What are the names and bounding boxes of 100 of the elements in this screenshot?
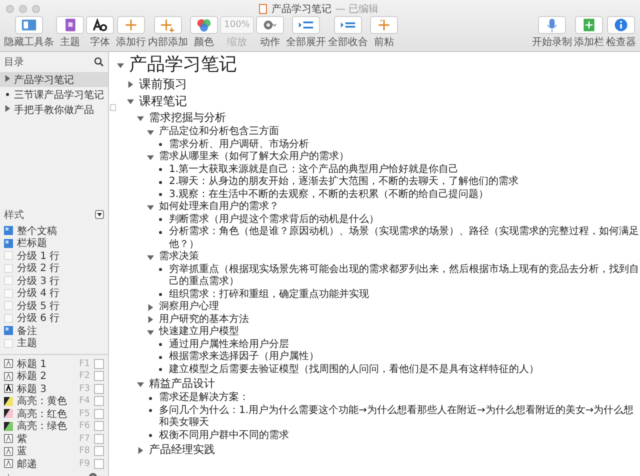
toolbar-button[interactable]: 全部展开 xyxy=(286,16,326,49)
bullet-icon xyxy=(159,230,162,234)
toolbar-button[interactable]: 开始录制 xyxy=(532,16,572,49)
named-style-item[interactable]: 邮递 F9 xyxy=(0,458,108,470)
checkbox[interactable] xyxy=(94,458,104,469)
window-title: 产品学习笔记 xyxy=(271,2,332,16)
style-item[interactable]: 分级 4 行 xyxy=(0,287,108,300)
sidebar-heading: 样式 xyxy=(4,208,24,222)
heading-style-icon xyxy=(4,384,13,394)
expanded-triangle-icon[interactable] xyxy=(147,128,154,136)
outline-row: 穷举抓重点（根据现实场景先将可能会出现的需求都罗列出来，然后根据市场上现有的竞品去分析，找到自己的重点需求） xyxy=(169,264,640,288)
shortcut-key: F3 xyxy=(79,384,90,394)
outline-row-text: 通过用户属性来给用户分层 xyxy=(169,338,289,350)
shortcut-key: F1 xyxy=(79,358,90,369)
outline-row: 产品经理实践 xyxy=(149,442,215,458)
style-item[interactable]: 分级 2 行 xyxy=(0,262,108,274)
disclosure-triangle-icon[interactable] xyxy=(4,75,11,82)
expanded-triangle-icon[interactable] xyxy=(137,114,144,122)
checkbox[interactable] xyxy=(94,434,104,444)
style-name: 蓝 xyxy=(17,444,27,458)
bullet-icon xyxy=(159,293,162,296)
expanded-triangle-icon[interactable] xyxy=(147,204,154,211)
expanded-triangle-icon[interactable] xyxy=(137,380,144,388)
checkbox[interactable] xyxy=(94,408,104,419)
expanded-triangle-icon[interactable] xyxy=(147,254,154,261)
outline-row: 需求决策 xyxy=(159,251,199,264)
checkbox[interactable] xyxy=(94,371,104,382)
bullet-icon xyxy=(6,93,9,96)
sidebar-item[interactable]: 手把手教你做产品 xyxy=(0,102,108,117)
document-title: 产品学习笔记 xyxy=(129,54,237,76)
bullet-icon xyxy=(159,343,162,346)
disclosure-triangle-icon[interactable] xyxy=(4,105,11,112)
outline-row-text: 1.第一大获取来源就是自己：这个产品的典型用户恰好就是你自己 xyxy=(169,164,459,176)
shortcut-key: F7 xyxy=(79,434,90,444)
heading-style-icon xyxy=(4,446,13,456)
search-icon[interactable] xyxy=(94,57,104,67)
heading-style-icon xyxy=(4,372,13,381)
outline-row-text: 多问几个为什么：1.用户为什么需要这个功能→为什么想看那些人在附近→为什么想看附近的美女→为什么想和美女聊天 xyxy=(159,404,635,430)
bullet-icon xyxy=(159,193,162,196)
style-item[interactable]: 分级 6 行 xyxy=(0,312,108,324)
collapsed-triangle-icon[interactable] xyxy=(147,316,154,324)
named-style-item[interactable]: 标题 1 F1 xyxy=(0,358,108,370)
collapsed-triangle-icon[interactable] xyxy=(127,81,134,88)
dropdown-icon[interactable] xyxy=(95,210,104,219)
style-item[interactable]: 栏标题 xyxy=(0,237,108,250)
named-style-item[interactable]: 紫 F7 xyxy=(0,432,108,445)
named-style-item[interactable]: 高亮：黄色 F4 xyxy=(0,395,108,408)
checkbox[interactable] xyxy=(94,358,104,369)
bullet-icon xyxy=(159,356,162,359)
toolbar-button[interactable]: 全部收合 xyxy=(328,16,368,49)
style-item[interactable]: 分级 5 行 xyxy=(0,300,108,312)
outline-row: 洞察用户心理 xyxy=(159,301,219,314)
checkbox[interactable] xyxy=(94,421,104,432)
outline-row: 建立模型之后需要去验证模型（找周围的人问问，看他们是不是具有这样特征的人） xyxy=(169,364,539,376)
shortcut-key: F5 xyxy=(79,408,90,419)
named-style-item[interactable]: 蓝 F8 xyxy=(0,445,108,458)
outline-row: 课程笔记 xyxy=(139,93,187,110)
sidebar-item[interactable]: 产品学习笔记 xyxy=(0,72,108,87)
style-name: 标题 2 xyxy=(17,370,47,384)
shortcut-key: F2 xyxy=(79,371,90,382)
style-name: 紫 xyxy=(17,432,27,446)
shortcut-key: F8 xyxy=(79,446,90,456)
toolbar-button[interactable]: 内部添加 xyxy=(148,16,188,49)
expanded-triangle-icon[interactable] xyxy=(147,154,154,161)
checkbox[interactable] xyxy=(94,384,104,394)
outline-row-text: 组织需求：打碎和重组，确定重点功能并实现 xyxy=(169,288,369,300)
expanded-triangle-icon[interactable] xyxy=(117,62,124,68)
toolbar-icon xyxy=(159,17,177,33)
expanded-triangle-icon[interactable] xyxy=(147,328,154,336)
outline-row: 产品定位和分析包含三方面 xyxy=(159,126,279,138)
named-style-item[interactable]: 标题 3 F3 xyxy=(0,382,108,395)
collapsed-triangle-icon[interactable] xyxy=(137,446,144,454)
style-item[interactable]: 整个文稿 xyxy=(0,224,108,237)
document-icon xyxy=(259,4,268,14)
bullet-icon xyxy=(159,168,162,172)
expanded-triangle-icon[interactable] xyxy=(127,98,134,105)
named-style-item[interactable]: 高亮：绿色 F6 xyxy=(0,420,108,432)
checkbox[interactable] xyxy=(94,396,104,406)
style-item[interactable]: 主题 xyxy=(0,337,108,350)
style-item[interactable]: 分级 1 行 xyxy=(0,250,108,262)
shortcut-key: F6 xyxy=(79,421,90,432)
checkbox[interactable] xyxy=(94,446,104,456)
outline-row-text: 需求挖掘与分析 xyxy=(149,110,226,126)
bullet-icon xyxy=(149,396,152,400)
outline-row-text: 精益产品设计 xyxy=(149,376,215,392)
outline-row: 2.聊天：从身边的朋友开始，逐渐去扩大范围，不断的去聊天，了解他们的需求 xyxy=(169,176,519,188)
collapsed-triangle-icon[interactable] xyxy=(147,304,154,311)
named-style-item[interactable]: 高亮：红色 F5 xyxy=(0,408,108,420)
heading-style-icon xyxy=(4,359,13,368)
style-item[interactable]: 分级 3 行 xyxy=(0,274,108,287)
heading-style-icon xyxy=(4,459,13,468)
sidebar-item[interactable]: 三节课产品学习笔记 xyxy=(0,87,108,102)
style-name: 高亮：绿色 xyxy=(17,420,67,434)
toolbar-icon xyxy=(195,17,213,33)
style-item[interactable]: 备注 xyxy=(0,324,108,337)
shortcut-key: F4 xyxy=(79,396,90,406)
style-name: 高亮：黄色 xyxy=(17,394,67,408)
toolbar-button[interactable]: 隐藏工具条 xyxy=(4,16,54,49)
named-style-item[interactable]: 标题 2 F2 xyxy=(0,370,108,382)
outline-row: 课前预习 xyxy=(139,76,187,93)
